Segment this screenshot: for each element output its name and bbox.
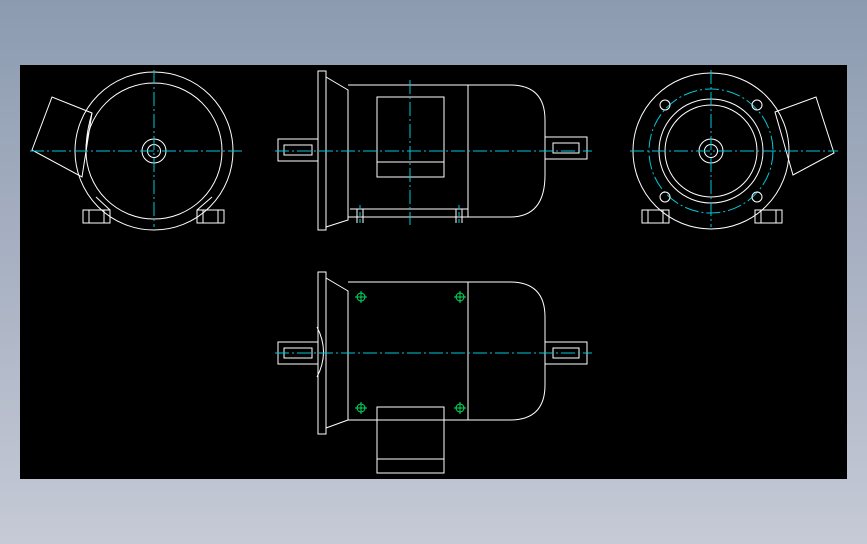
foot-bolt-br: [454, 402, 466, 414]
rear-shaft: [544, 136, 588, 160]
shaft-key: [283, 144, 313, 156]
foot-bolt-tl: [355, 291, 367, 303]
flange-hole-br: [751, 191, 763, 203]
terminal-box: [376, 406, 445, 474]
foot-bolt-bl: [355, 402, 367, 414]
bolt-circle: [648, 88, 774, 214]
flange-hole-tl: [659, 99, 671, 111]
motor-body: [348, 281, 546, 421]
foot-right: [196, 209, 225, 224]
foot-web-left: [95, 196, 111, 211]
flange-hole-bl: [659, 191, 671, 203]
front-elevation: [275, 70, 592, 231]
motor-drawing: [30, 70, 838, 474]
cad-viewer: [0, 0, 867, 544]
right-end-view: [630, 70, 838, 230]
drawing-canvas[interactable]: [20, 65, 847, 479]
flange-hole-tr: [751, 99, 763, 111]
top-plan-view: [275, 271, 592, 474]
foot-left: [82, 209, 111, 224]
foot-left: [641, 209, 670, 224]
terminal-box: [774, 96, 835, 176]
flange-taper: [325, 76, 349, 228]
foot-web-right: [196, 196, 213, 211]
terminal-box: [31, 96, 93, 178]
foot-bolt-tr: [454, 291, 466, 303]
left-end-view: [30, 70, 245, 231]
